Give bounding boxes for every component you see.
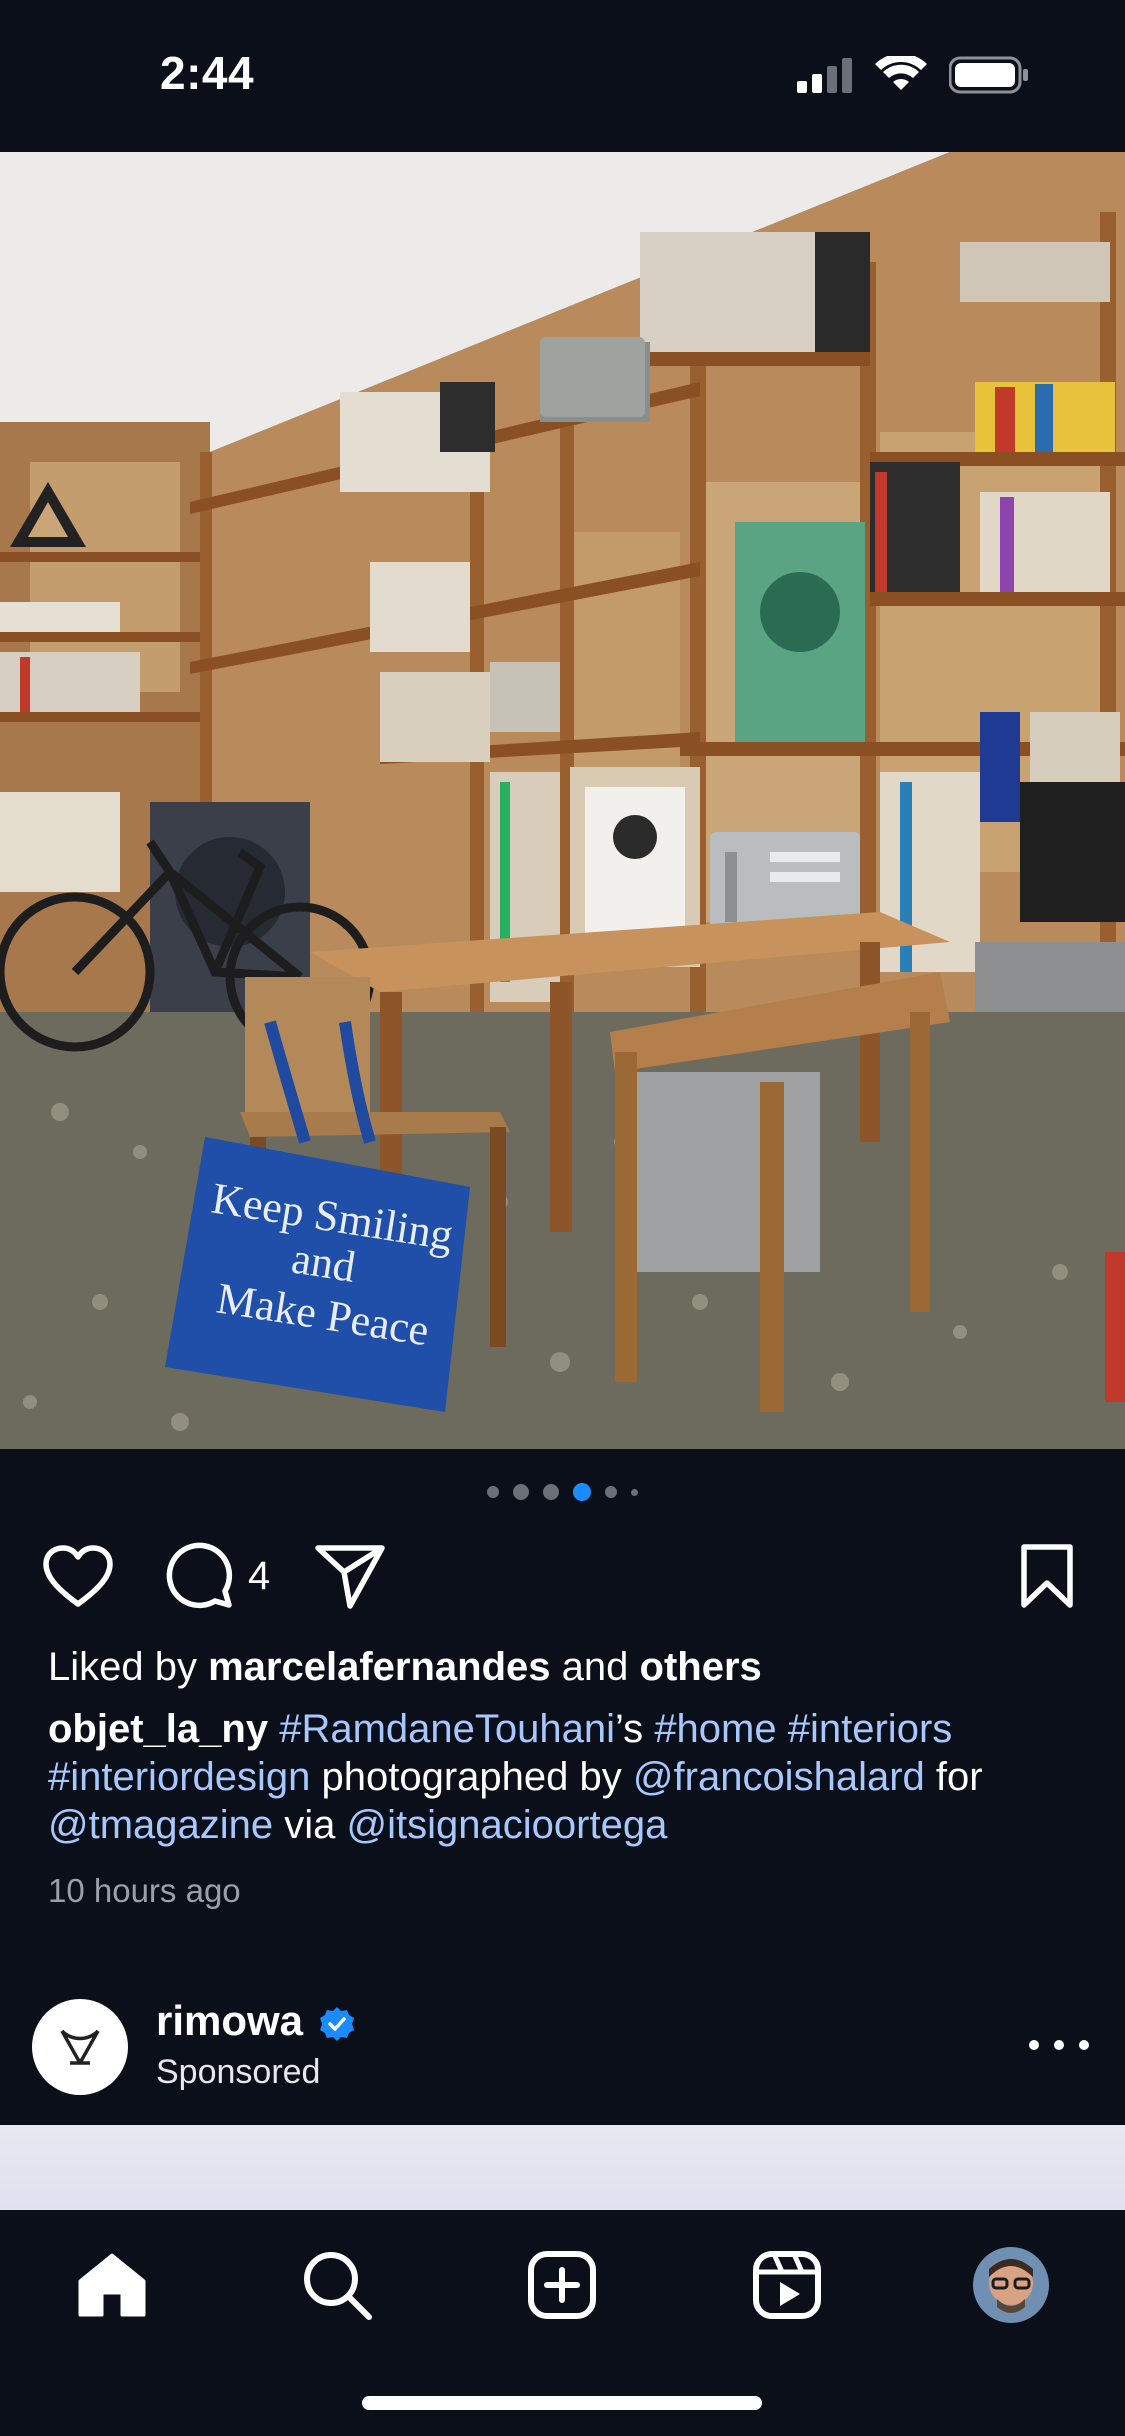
likes-others[interactable]: others: [640, 1645, 762, 1689]
cellular-signal-icon: [797, 57, 853, 98]
send-icon: [315, 1545, 385, 1609]
status-bar: 2:44: [0, 0, 1125, 152]
create-post-icon: [528, 2251, 596, 2319]
hashtag[interactable]: #interiors: [788, 1707, 953, 1751]
share-button[interactable]: [310, 1536, 390, 1616]
more-dot: [1079, 2040, 1089, 2050]
instagram-feed-screen: 2:44 Keep Smiling and Make Peace 4 Liked…: [0, 0, 1125, 2436]
comment-count: 4: [248, 1554, 271, 1598]
carousel-dot: [605, 1486, 617, 1498]
more-dot: [1054, 2040, 1064, 2050]
bookmark-icon: [1021, 1544, 1073, 1608]
liker-username[interactable]: marcelafernandes: [208, 1645, 550, 1689]
more-options-button[interactable]: [1029, 2025, 1089, 2065]
likes-summary[interactable]: Liked by marcelafernandes and others: [48, 1645, 762, 1690]
rimowa-logo-icon: [60, 2029, 100, 2065]
carousel-indicator: [0, 1483, 1125, 1501]
carousel-dot: [487, 1486, 499, 1498]
battery-icon: [948, 56, 1029, 99]
caption-username[interactable]: objet_la_ny: [48, 1707, 268, 1751]
carousel-dot: [513, 1484, 529, 1500]
sponsor-avatar[interactable]: [32, 1999, 128, 2095]
post-caption: objet_la_ny #RamdaneTouhani’s #home #int…: [48, 1705, 1088, 1849]
carousel-dot: [543, 1484, 559, 1500]
search-icon: [304, 2252, 372, 2320]
reels-icon: [753, 2251, 821, 2319]
carousel-dot-active: [573, 1483, 591, 1501]
caption-text: photographed by: [321, 1755, 622, 1799]
hashtag[interactable]: #RamdaneTouhani: [279, 1707, 615, 1751]
caption-text: ’s: [615, 1707, 644, 1751]
hashtag[interactable]: #interiordesign: [48, 1755, 310, 1799]
post-image[interactable]: Keep Smiling and Make Peace: [0, 152, 1125, 1449]
heart-icon: [43, 1545, 113, 1607]
save-button[interactable]: [1010, 1536, 1084, 1616]
nav-profile[interactable]: [966, 2240, 1056, 2330]
sponsored-post-media-preview[interactable]: [0, 2125, 1125, 2210]
status-icons: [797, 53, 1029, 99]
profile-avatar: [973, 2247, 1049, 2323]
verified-badge-icon: [318, 2005, 356, 2048]
nav-home[interactable]: [67, 2240, 157, 2330]
home-icon: [78, 2253, 146, 2317]
caption-text: via: [284, 1803, 336, 1847]
wifi-icon: [875, 53, 927, 99]
mention[interactable]: @tmagazine: [48, 1803, 273, 1847]
sponsor-username[interactable]: rimowa: [156, 1997, 303, 2045]
status-time: 2:44: [160, 47, 255, 99]
mention[interactable]: @itsignacioortega: [347, 1803, 668, 1847]
likes-joiner: and: [561, 1645, 629, 1689]
carousel-dot: [631, 1488, 638, 1496]
likes-prefix: Liked by: [48, 1645, 197, 1689]
mention[interactable]: @francoishalard: [633, 1755, 925, 1799]
comment-button[interactable]: [160, 1536, 240, 1616]
more-dot: [1029, 2040, 1039, 2050]
nav-create[interactable]: [517, 2240, 607, 2330]
caption-text: for: [935, 1755, 983, 1799]
sponsored-post-header: rimowa Sponsored: [0, 1995, 1125, 2105]
comment-icon: [166, 1542, 233, 1609]
hashtag[interactable]: #home: [654, 1707, 776, 1751]
bag-text-line2: and: [288, 1233, 358, 1291]
nav-reels[interactable]: [742, 2240, 832, 2330]
home-indicator: [362, 2396, 762, 2410]
sponsored-label[interactable]: Sponsored: [156, 2053, 320, 2092]
post-action-row: 4: [0, 1536, 1125, 1616]
nav-search[interactable]: [292, 2240, 382, 2330]
post-timestamp: 10 hours ago: [48, 1872, 241, 1909]
like-button[interactable]: [38, 1536, 118, 1616]
